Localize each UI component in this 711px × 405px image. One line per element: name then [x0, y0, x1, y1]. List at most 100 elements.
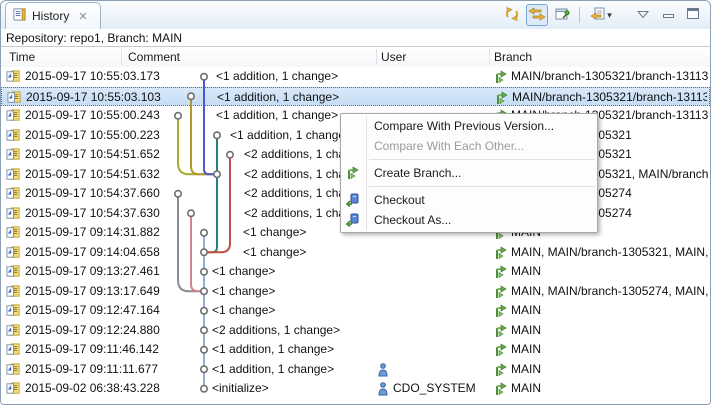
commit-icon	[6, 323, 21, 338]
menu-item-compare-with-each-other: Compare With Each Other...	[341, 136, 597, 156]
branch-icon	[494, 304, 508, 318]
swap-horizontal-button[interactable]	[526, 4, 548, 26]
minimize-button[interactable]	[657, 4, 679, 26]
branch-icon	[495, 91, 509, 105]
minimize-icon	[663, 8, 674, 22]
column-header-comment[interactable]: Comment	[128, 47, 180, 67]
commit-comment: <initialize>	[212, 379, 269, 399]
table-row[interactable]: 2015-09-17 09:13:27.461 <1 change> MAIN	[1, 262, 710, 282]
table-row[interactable]: 2015-09-17 10:55:03.103 <1 addition, 1 c…	[1, 87, 710, 107]
branch-icon	[494, 382, 508, 396]
tab-history[interactable]: History ✕	[5, 2, 101, 29]
table-row[interactable]: 2015-09-17 09:11:11.677 <1 addition, 1 c…	[1, 360, 710, 380]
table-row[interactable]: 2015-09-17 09:12:24.880 <2 additions, 1 …	[1, 321, 710, 341]
menu-item-label: Compare With Previous Version...	[374, 119, 554, 133]
commit-comment: <1 addition, 1 change>	[212, 340, 334, 360]
filter-menu-button[interactable]: ▾	[586, 4, 616, 26]
commit-branch: MAIN	[511, 360, 708, 380]
swap-horizontal-icon	[528, 7, 546, 24]
commit-icon	[6, 69, 21, 84]
commit-branch: MAIN	[511, 262, 708, 282]
commit-time: 2015-09-17 09:14:04.658	[25, 243, 160, 263]
commit-icon	[6, 245, 21, 260]
tab-label: History	[32, 9, 69, 23]
repository-info-bar: Repository: repo1, Branch: MAIN	[1, 29, 710, 47]
commit-time: 2015-09-17 09:12:47.164	[25, 301, 160, 321]
commit-time: 2015-09-17 10:55:03.103	[26, 88, 161, 108]
commit-comment: <1 addition, 1 change>	[216, 67, 338, 87]
commit-icon	[6, 147, 21, 162]
menu-item-label: Compare With Each Other...	[374, 139, 524, 153]
menu-item-create-branch[interactable]: Create Branch...	[341, 163, 597, 183]
commit-icon	[6, 303, 21, 318]
menu-item-checkout-as[interactable]: Checkout As...	[341, 210, 597, 230]
table-row[interactable]: 2015-09-17 10:55:03.173 <1 addition, 1 c…	[1, 67, 710, 87]
menu-item-checkout[interactable]: Checkout	[341, 190, 597, 210]
commit-icon	[6, 381, 21, 396]
commit-icon	[6, 206, 21, 221]
table-row[interactable]: 2015-09-02 06:38:43.228 <initialize> CDO…	[1, 379, 710, 399]
column-header-branch[interactable]: Branch	[494, 47, 532, 67]
commit-time: 2015-09-17 09:11:11.677	[25, 360, 158, 380]
menu-item-label: Checkout As...	[374, 213, 451, 227]
commit-comment: <1 change>	[243, 223, 306, 243]
column-separator[interactable]	[376, 49, 377, 65]
commit-branch: MAIN/branch-1305321/branch-13113	[511, 67, 708, 87]
commit-comment: <2 additions, 1 change>	[212, 321, 340, 341]
user-icon	[378, 363, 388, 377]
commit-icon	[7, 90, 22, 105]
commit-time: 2015-09-17 09:14:31.882	[25, 223, 160, 243]
sync-button[interactable]	[501, 4, 523, 26]
commit-user: CDO_SYSTEM	[393, 379, 476, 399]
branch-icon	[494, 343, 508, 357]
table-row[interactable]: 2015-09-17 09:12:47.164 <1 change> MAIN	[1, 301, 710, 321]
branch-icon	[494, 265, 508, 279]
commit-icon	[6, 167, 21, 182]
branch-icon	[346, 166, 360, 186]
column-separator[interactable]	[121, 49, 122, 65]
checkout-icon	[346, 213, 360, 233]
pin-editor-button[interactable]	[551, 4, 573, 26]
commit-comment: <1 change>	[243, 243, 306, 263]
tab-close-icon[interactable]: ✕	[78, 10, 87, 23]
view-toolbar: ▾	[501, 4, 704, 26]
view-menu-icon	[637, 8, 649, 22]
view-menu-button[interactable]	[632, 4, 654, 26]
menu-item-compare-with-previous-version[interactable]: Compare With Previous Version...	[341, 116, 597, 136]
chevron-down-icon: ▾	[607, 10, 612, 21]
history-view-icon	[12, 7, 27, 25]
branch-icon	[494, 285, 508, 299]
commit-branch: MAIN	[511, 340, 708, 360]
commit-icon	[6, 108, 21, 123]
branch-icon	[494, 324, 508, 338]
commit-comment: <1 addition, 1 change>	[216, 106, 338, 126]
commit-comment: <1 change>	[212, 262, 275, 282]
table-row[interactable]: 2015-09-17 09:11:46.142 <1 addition, 1 c…	[1, 340, 710, 360]
commit-branch: MAIN	[511, 321, 708, 341]
commit-icon	[6, 186, 21, 201]
table-row[interactable]: 2015-09-17 09:13:17.649 <1 change> MAIN,…	[1, 282, 710, 302]
commit-comment: <1 addition, 1 change>	[217, 88, 339, 108]
maximize-button[interactable]	[682, 4, 704, 26]
commit-time: 2015-09-17 10:54:51.632	[25, 165, 160, 185]
maximize-icon	[687, 8, 699, 22]
column-header-user[interactable]: User	[381, 47, 406, 67]
commit-time: 2015-09-17 10:54:37.630	[25, 204, 160, 224]
commit-comment: <1 change>	[212, 282, 275, 302]
commit-time: 2015-09-17 09:13:27.461	[25, 262, 160, 282]
commit-comment: <1 addition, 1 change>	[230, 126, 352, 146]
commit-branch: MAIN	[511, 301, 708, 321]
commit-branch: MAIN/branch-1305321/branch-13113	[512, 88, 707, 108]
branch-icon	[494, 246, 508, 260]
commit-branch: MAIN, MAIN/branch-1305274, MAIN, MAIN	[511, 282, 708, 302]
commit-time: 2015-09-17 10:55:00.243	[25, 106, 160, 126]
menu-item-label: Create Branch...	[374, 166, 461, 180]
commit-icon	[6, 128, 21, 143]
column-header-time[interactable]: Time	[9, 47, 35, 67]
table-row[interactable]: 2015-09-17 09:14:04.658 <1 change> MAIN,…	[1, 243, 710, 263]
column-separator[interactable]	[489, 49, 490, 65]
branch-icon	[494, 70, 508, 84]
table-header: Time Comment User Branch	[1, 47, 710, 68]
user-icon	[378, 382, 388, 396]
commit-icon	[6, 264, 21, 279]
